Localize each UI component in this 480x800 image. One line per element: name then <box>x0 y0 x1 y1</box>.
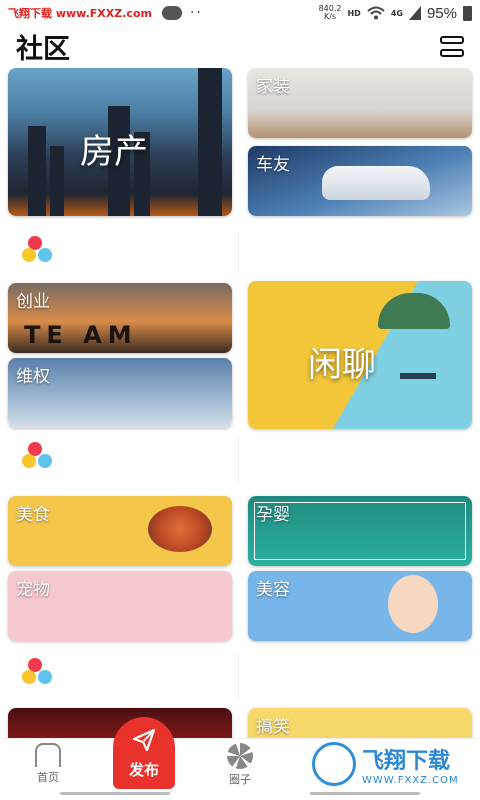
table-illustration <box>400 373 436 379</box>
logo-mark-icon <box>312 742 356 786</box>
gesture-bar-left <box>60 792 170 795</box>
menu-toggle-icon[interactable] <box>440 34 464 58</box>
category-label: 车友 <box>256 155 290 175</box>
category-card-yunying[interactable]: 孕婴 <box>248 496 472 566</box>
home-icon <box>35 743 61 767</box>
menu-toggle-bottom-bar <box>440 48 464 57</box>
community-grid: 房产 家装 车友 TE AM 创业 维权 闲聊 美食 孕婴 宠物 美容 搞笑 <box>0 68 480 738</box>
team-banner-text: TE AM <box>24 321 138 349</box>
watermark-text: 飞翔下载 www.FXXZ.com <box>8 7 152 20</box>
category-label: 孕婴 <box>256 505 290 525</box>
more-dots-icon: ·· <box>189 5 203 21</box>
category-card-jiazhuang[interactable]: 家装 <box>248 68 472 138</box>
blue-dot-icon <box>38 248 52 262</box>
menu-toggle-top-bar <box>440 35 464 44</box>
card-art <box>28 126 46 216</box>
category-card-fangchan[interactable]: 房产 <box>8 68 232 216</box>
category-card-meishi[interactable]: 美食 <box>8 496 232 566</box>
category-label: 创业 <box>16 292 50 312</box>
category-label: 宠物 <box>16 580 50 600</box>
yellow-dot-icon <box>22 454 36 468</box>
category-card-chefu[interactable]: 车友 <box>248 146 472 216</box>
card-art <box>50 146 64 216</box>
screen: 飞翔下载 www.FXXZ.com ·· 840.2 K/s HD 4G 95%… <box>0 0 480 800</box>
yellow-dot-icon <box>22 670 36 684</box>
divider <box>238 232 239 276</box>
section-separator <box>8 226 472 284</box>
battery-percent: 95% <box>426 4 457 22</box>
battery-icon <box>463 5 472 21</box>
category-card-meirong[interactable]: 美容 <box>248 571 472 641</box>
yellow-dot-icon <box>22 248 36 262</box>
category-card-weiquan[interactable]: 维权 <box>8 358 232 428</box>
umbrella-illustration <box>378 293 450 329</box>
card-art <box>198 68 222 216</box>
hotpot-illustration <box>148 506 212 552</box>
blue-dot-icon <box>38 670 52 684</box>
status-right: 840.2 K/s HD 4G 95% <box>319 5 472 22</box>
gesture-bar-right <box>310 792 420 795</box>
section-separator <box>8 432 472 490</box>
publish-label: 发布 <box>128 761 159 779</box>
nav-circle-label: 圈子 <box>229 773 251 786</box>
page-header: 社区 <box>0 26 480 66</box>
hd-badge: HD <box>347 8 361 18</box>
car-illustration <box>322 166 430 200</box>
category-card-gaoxiao[interactable]: 搞笑 <box>248 708 472 738</box>
category-label: 美容 <box>256 580 290 600</box>
blue-dot-icon <box>38 454 52 468</box>
category-card-xianliao[interactable]: 闲聊 <box>248 281 472 429</box>
signal-icon <box>408 6 421 20</box>
paper-plane-icon <box>132 728 156 752</box>
page-title: 社区 <box>16 33 70 65</box>
face-illustration <box>388 575 438 633</box>
category-label: 维权 <box>16 367 50 387</box>
category-label: 搞笑 <box>256 717 290 737</box>
publish-button[interactable]: 发布 <box>113 717 175 789</box>
category-label: 美食 <box>16 505 50 525</box>
nav-home-label: 首页 <box>37 771 59 784</box>
logo-cn-text: 飞翔下载 <box>362 748 451 774</box>
aperture-icon <box>227 743 253 769</box>
category-card-chongwu[interactable]: 宠物 <box>8 571 232 641</box>
nav-home[interactable]: 首页 <box>8 743 88 785</box>
network-speed-unit: K/s <box>323 12 337 21</box>
signal-label: 4G <box>390 8 403 18</box>
category-label: 闲聊 <box>308 345 376 385</box>
logo-text: 飞翔下载 WWW.FXXZ.COM <box>362 743 459 786</box>
divider <box>238 438 239 482</box>
category-card-chuangye[interactable]: TE AM 创业 <box>8 283 232 353</box>
network-speed: 840.2 K/s <box>319 5 342 21</box>
logo-en-text: WWW.FXXZ.COM <box>362 774 459 786</box>
site-watermark-logo: 飞翔下载 WWW.FXXZ.COM <box>312 742 472 786</box>
home-indicator <box>60 792 420 796</box>
category-label: 房产 <box>80 132 148 172</box>
wifi-icon <box>367 6 385 20</box>
status-bar: 飞翔下载 www.FXXZ.com ·· 840.2 K/s HD 4G 95% <box>0 0 480 26</box>
category-label: 家装 <box>256 77 290 97</box>
section-separator <box>8 648 472 706</box>
divider <box>238 654 239 698</box>
wechat-icon <box>161 6 182 20</box>
nav-circle[interactable]: 圈子 <box>200 743 280 787</box>
